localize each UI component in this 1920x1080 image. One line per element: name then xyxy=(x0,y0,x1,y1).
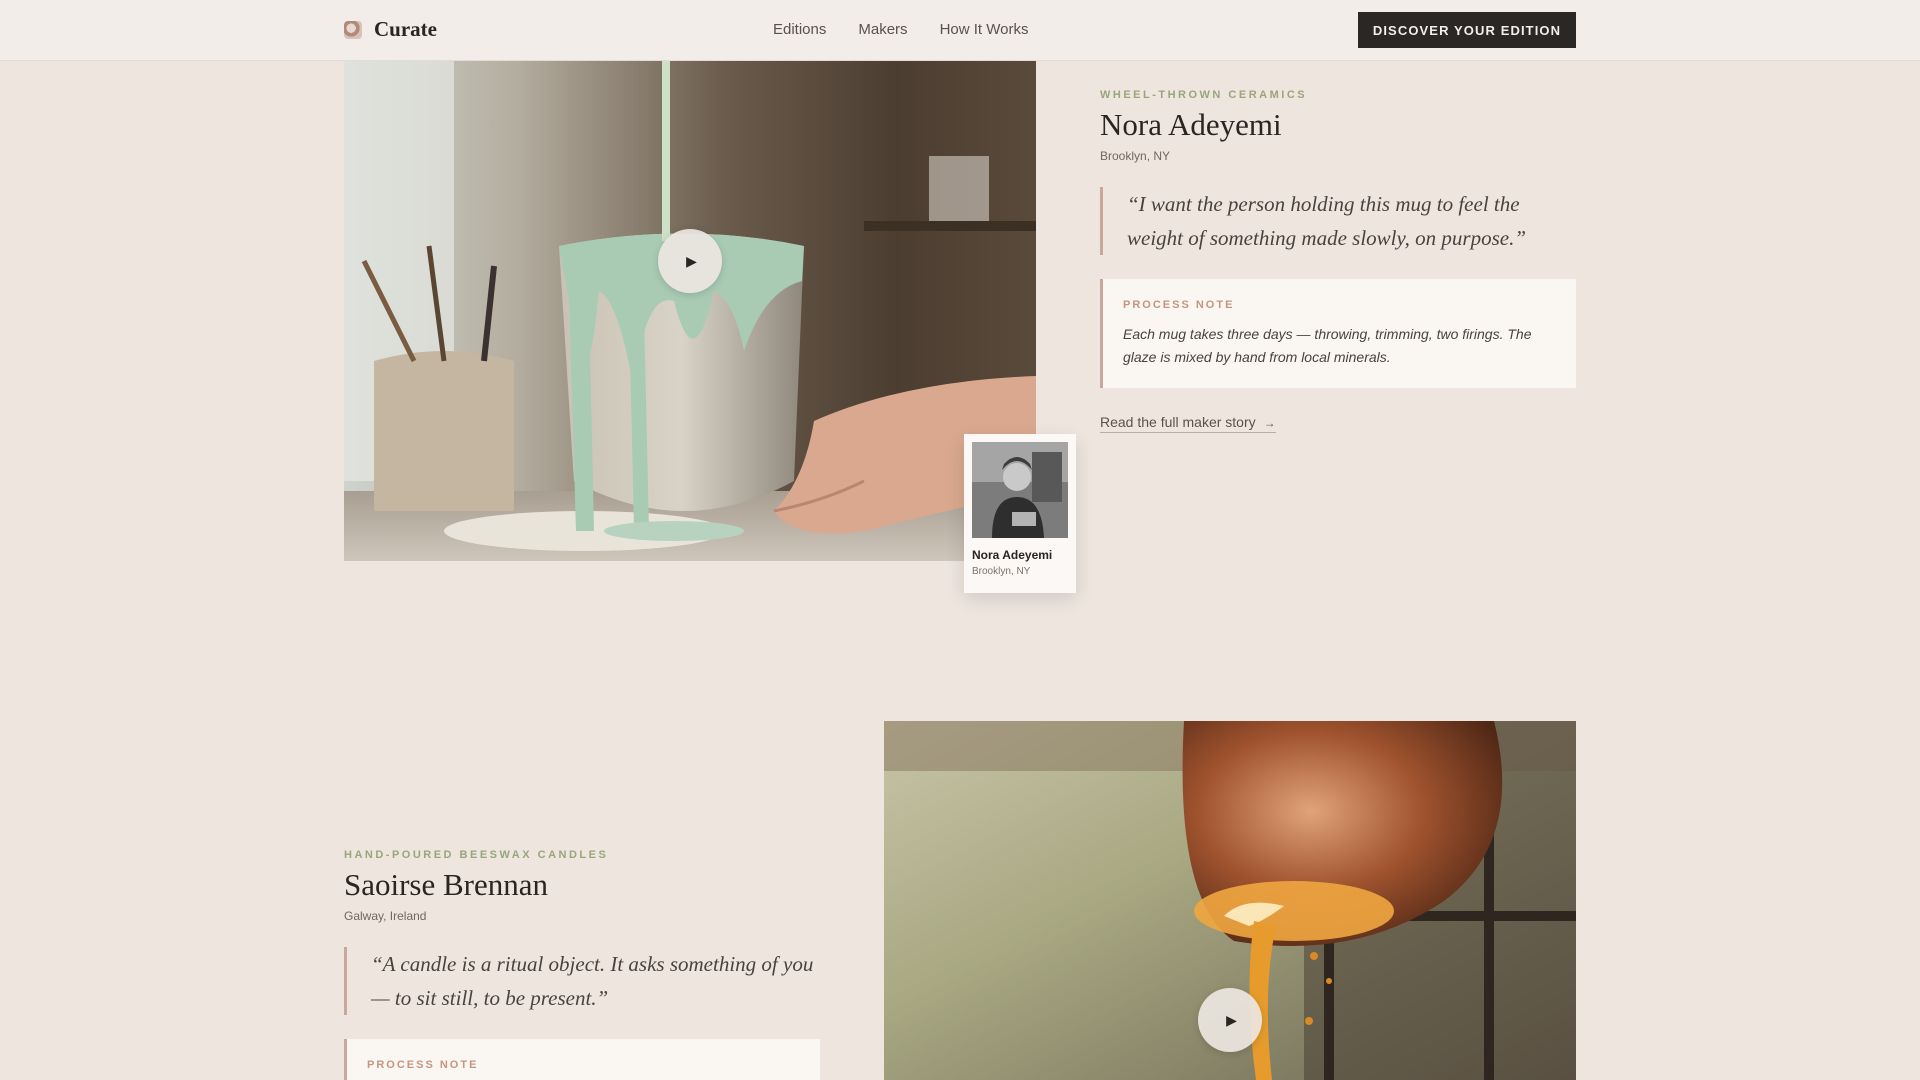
maker1-name: Nora Adeyemi xyxy=(1100,107,1282,142)
maker1-process-note: PROCESS NOTE Each mug takes three days —… xyxy=(1100,279,1576,388)
maker-card[interactable]: Nora Adeyemi Brooklyn, NY xyxy=(964,434,1076,593)
maker2-process-video[interactable]: ▶ xyxy=(884,721,1576,1080)
maker2-quote: “A candle is a ritual object. It asks so… xyxy=(344,947,820,1015)
play-button[interactable]: ▶ xyxy=(658,229,722,293)
ceramic-mug-image xyxy=(344,61,1036,561)
play-icon: ▶ xyxy=(1226,1011,1237,1028)
brand[interactable]: Curate xyxy=(344,17,437,42)
arrow-right-icon: → xyxy=(1263,416,1276,430)
maker2-location: Galway, Ireland xyxy=(344,909,427,923)
brand-logo-icon xyxy=(344,20,362,39)
play-button[interactable]: ▶ xyxy=(1198,988,1262,1052)
main-nav: Editions Makers How It Works xyxy=(773,21,1028,38)
maker1-craft: WHEEL-THROWN CERAMICS xyxy=(1100,89,1308,101)
nav-makers[interactable]: Makers xyxy=(858,21,907,38)
maker2-process-note: PROCESS NOTE xyxy=(344,1039,820,1080)
maker1-process-video[interactable]: ▶ xyxy=(344,61,1036,561)
process-note-label: PROCESS NOTE xyxy=(367,1059,479,1071)
play-icon: ▶ xyxy=(686,252,697,269)
maker1-quote: “I want the person holding this mug to f… xyxy=(1100,187,1576,255)
maker2-craft: HAND-POURED BEESWAX CANDLES xyxy=(344,849,609,861)
maker1-story-link[interactable]: Read the full maker story → xyxy=(1100,414,1276,433)
story-link-label: Read the full maker story xyxy=(1100,414,1256,430)
maker-portrait xyxy=(972,442,1068,538)
maker1-location: Brooklyn, NY xyxy=(1100,149,1171,163)
maker-card-location: Brooklyn, NY xyxy=(972,566,1031,577)
process-note-text: Each mug takes three days — throwing, tr… xyxy=(1123,326,1532,365)
maker2-name: Saoirse Brennan xyxy=(344,867,549,902)
site-header: Curate Editions Makers How It Works DISC… xyxy=(0,0,1920,61)
brand-name: Curate xyxy=(374,17,437,41)
discover-edition-button[interactable]: DISCOVER YOUR EDITION xyxy=(1358,12,1576,48)
maker-card-name: Nora Adeyemi xyxy=(972,548,1053,562)
process-note-label: PROCESS NOTE xyxy=(1123,299,1235,311)
nav-editions[interactable]: Editions xyxy=(773,21,826,38)
nav-how-it-works[interactable]: How It Works xyxy=(940,21,1029,38)
portrait-image xyxy=(972,442,1068,538)
